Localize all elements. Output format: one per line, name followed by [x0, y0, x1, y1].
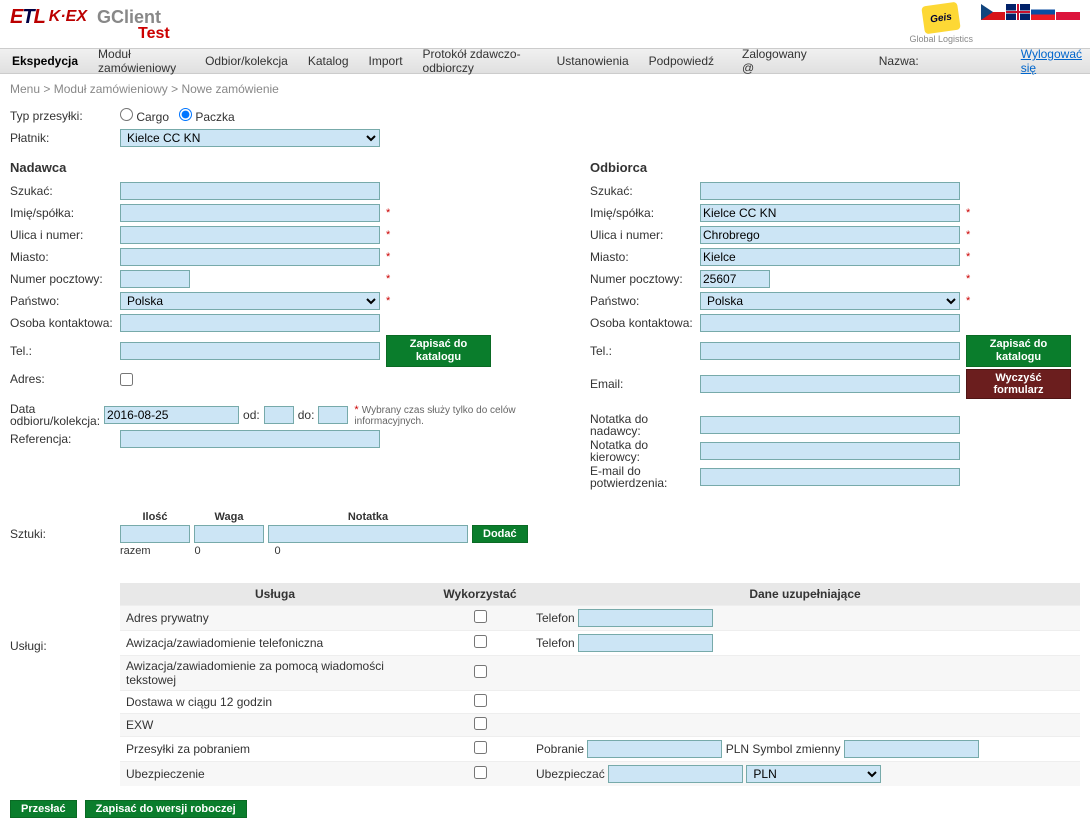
sender-name-input[interactable]	[120, 204, 380, 222]
sender-country-select[interactable]: Polska	[120, 292, 380, 310]
service-row: UbezpieczenieUbezpieczać PLN	[120, 762, 1080, 787]
recipient-save-catalog-button[interactable]: Zapisać do katalogu	[966, 335, 1071, 367]
save-draft-button[interactable]: Zapisać do wersji roboczej	[85, 800, 247, 818]
service-checkbox[interactable]	[474, 741, 487, 754]
logout-link[interactable]: Wylogować się	[1021, 47, 1082, 75]
services-table: Usługa Wykorzystać Dane uzupełniające Ad…	[120, 583, 1080, 786]
pickup-to-input[interactable]	[318, 406, 348, 424]
service-row: Awizacja/zawiadomienie za pomocą wiadomo…	[120, 656, 1080, 691]
nav-katalog[interactable]: Katalog	[304, 50, 353, 72]
logo-geis: Geis Global Logistics	[909, 4, 973, 44]
sender-tel-input[interactable]	[120, 342, 380, 360]
pieces-label: Sztuki:	[10, 511, 120, 541]
name-label: Nazwa:	[879, 54, 919, 68]
service-phone-input[interactable]	[578, 634, 713, 652]
piece-weight-input[interactable]	[194, 525, 264, 543]
nav-import[interactable]: Import	[365, 50, 407, 72]
service-row: Przesyłki za pobraniemPobranie PLN Symbo…	[120, 737, 1080, 762]
header: ETL K·EX GClient Test Geis Global Logist…	[0, 0, 1090, 48]
pickup-note: * Wybrany czas służy tylko do celów info…	[354, 404, 550, 427]
logo-etl: ETL	[10, 6, 45, 29]
payer-label: Płatnik:	[10, 131, 120, 145]
clear-form-button[interactable]: Wyczyść formularz	[966, 369, 1071, 399]
service-phone-input[interactable]	[578, 609, 713, 627]
main-nav: Ekspedycja Moduł zamówieniowy Odbior/kol…	[0, 48, 1090, 74]
logo-kex: K·EX	[49, 8, 87, 26]
service-checkbox[interactable]	[474, 766, 487, 779]
service-checkbox[interactable]	[474, 635, 487, 648]
payer-select[interactable]: Kielce CC KN	[120, 129, 380, 147]
sender-zip-input[interactable]	[120, 270, 190, 288]
service-checkbox[interactable]	[474, 717, 487, 730]
recipient-search-input[interactable]	[700, 182, 960, 200]
recipient-name-input[interactable]	[700, 204, 960, 222]
radio-paczka[interactable]: Paczka	[179, 108, 235, 124]
service-checkbox[interactable]	[474, 665, 487, 678]
nav-protokol[interactable]: Protokół zdawczo-odbiorczy	[419, 43, 541, 79]
pieces-total-qty: 0	[161, 545, 201, 557]
flag-gb-icon[interactable]	[1006, 4, 1030, 20]
recipient-contact-input[interactable]	[700, 314, 960, 332]
service-row: Adres prywatnyTelefon	[120, 606, 1080, 631]
piece-note-input[interactable]	[268, 525, 468, 543]
shipment-type-label: Typ przesyłki:	[10, 109, 120, 123]
recipient-country-select[interactable]: Polska	[700, 292, 960, 310]
pieces-total-label: razem	[120, 545, 151, 557]
service-checkbox[interactable]	[474, 694, 487, 707]
nav-ustanowienia[interactable]: Ustanowienia	[553, 50, 633, 72]
cod-amount-input[interactable]	[587, 740, 722, 758]
recipient-city-input[interactable]	[700, 248, 960, 266]
recipient-title: Odbiorca	[590, 160, 1090, 175]
pickup-from-input[interactable]	[264, 406, 294, 424]
nav-odbior[interactable]: Odbior/kolekcja	[201, 50, 292, 72]
flag-cz-icon[interactable]	[981, 4, 1005, 20]
piece-qty-input[interactable]	[120, 525, 190, 543]
service-row: Dostawa w ciągu 12 godzin	[120, 691, 1080, 714]
sender-contact-input[interactable]	[120, 314, 380, 332]
note-sender-input[interactable]	[700, 416, 960, 434]
service-row: EXW	[120, 714, 1080, 737]
nav-modul[interactable]: Moduł zamówieniowy	[94, 43, 189, 79]
language-flags	[981, 4, 1080, 20]
recipient-street-input[interactable]	[700, 226, 960, 244]
sender-title: Nadawca	[10, 160, 550, 175]
sender-search-input[interactable]	[120, 182, 380, 200]
sender-street-input[interactable]	[120, 226, 380, 244]
add-piece-button[interactable]: Dodać	[472, 525, 528, 543]
flag-pl-icon[interactable]	[1056, 4, 1080, 20]
recipient-zip-input[interactable]	[700, 270, 770, 288]
pickup-date-label: Data odbioru/kolekcja:	[10, 403, 104, 427]
pieces-total-weight: 0	[211, 545, 281, 557]
insurance-amount-input[interactable]	[608, 765, 743, 783]
sender-address-checkbox[interactable]	[120, 373, 133, 386]
nav-podpowiedz[interactable]: Podpowiedź	[645, 50, 718, 72]
recipient-email-input[interactable]	[700, 375, 960, 393]
pickup-date-input[interactable]	[104, 406, 239, 424]
reference-input[interactable]	[120, 430, 380, 448]
sender-save-catalog-button[interactable]: Zapisać do katalogu	[386, 335, 491, 367]
app-subtitle: Test	[138, 25, 170, 43]
insurance-currency-select[interactable]: PLN	[746, 765, 881, 783]
flag-sk-icon[interactable]	[1031, 4, 1055, 20]
radio-cargo[interactable]: Cargo	[120, 108, 169, 124]
note-driver-input[interactable]	[700, 442, 960, 460]
cod-symbol-input[interactable]	[844, 740, 979, 758]
send-button[interactable]: Przesłać	[10, 800, 77, 818]
recipient-tel-input[interactable]	[700, 342, 960, 360]
service-row: Awizacja/zawiadomienie telefonicznaTelef…	[120, 631, 1080, 656]
services-label: Usługi:	[10, 579, 120, 653]
logged-in-label: Zalogowany @	[742, 47, 807, 75]
nav-ekspedycja[interactable]: Ekspedycja	[8, 50, 82, 72]
service-checkbox[interactable]	[474, 610, 487, 623]
sender-city-input[interactable]	[120, 248, 380, 266]
confirm-email-input[interactable]	[700, 468, 960, 486]
